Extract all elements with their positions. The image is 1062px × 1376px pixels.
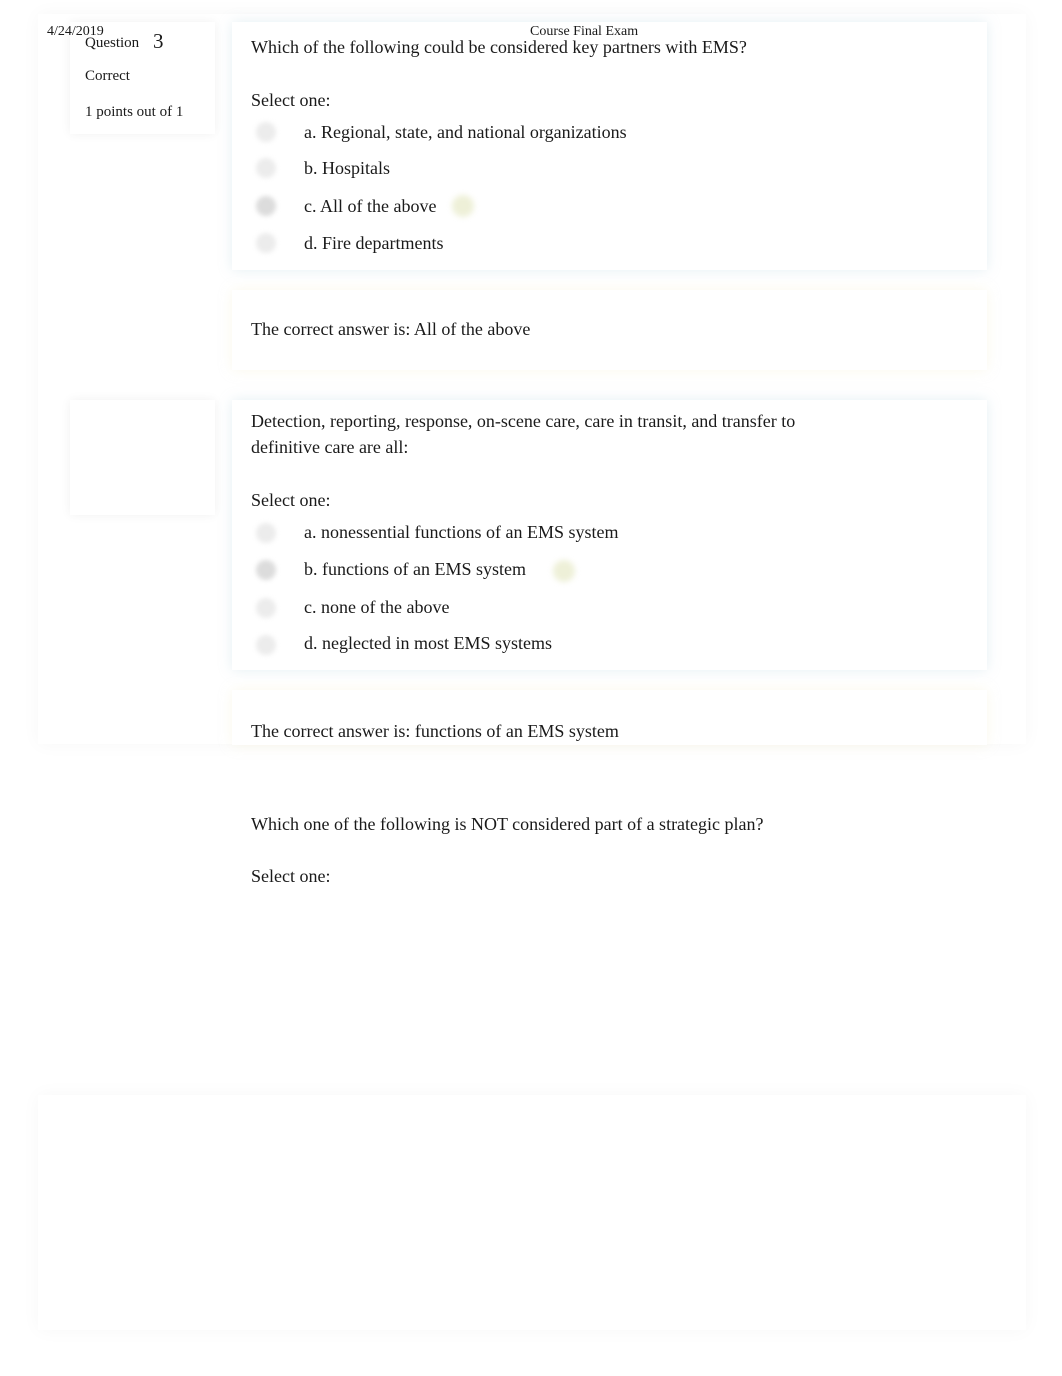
- question-block: [38, 1095, 1026, 1330]
- question-text: Detection, reporting, response, on-scene…: [251, 411, 796, 431]
- option-label[interactable]: c. none of the above: [304, 594, 449, 620]
- question-text: Which of the following could be consider…: [251, 37, 747, 57]
- option-label[interactable]: b. Hospitals: [304, 155, 390, 181]
- radio-option-c[interactable]: [256, 196, 276, 216]
- option-label[interactable]: c. All of the above: [304, 193, 436, 219]
- radio-option-d[interactable]: [256, 635, 276, 655]
- question-number: 3: [153, 29, 164, 53]
- correct-answer: The correct answer is: All of the above: [251, 319, 531, 339]
- radio-option-c[interactable]: [256, 598, 276, 618]
- select-prompt: Select one:: [251, 490, 331, 510]
- option-label[interactable]: d. Fire departments: [304, 230, 443, 256]
- option-label[interactable]: d. neglected in most EMS systems: [304, 630, 552, 656]
- radio-option-a[interactable]: [256, 523, 276, 543]
- correct-answer: The correct answer is: functions of an E…: [251, 721, 619, 741]
- check-icon: [452, 195, 474, 217]
- option-label[interactable]: b. functions of an EMS system: [304, 556, 526, 582]
- radio-option-d[interactable]: [256, 233, 276, 253]
- select-prompt: Select one:: [251, 866, 331, 886]
- question-grade: 1 points out of 1: [85, 104, 184, 120]
- option-label[interactable]: a. Regional, state, and national organiz…: [304, 119, 627, 145]
- radio-option-b[interactable]: [256, 158, 276, 178]
- check-icon: [553, 560, 575, 582]
- radio-option-b[interactable]: [256, 560, 276, 580]
- question-state: Correct: [85, 68, 130, 84]
- radio-option-a[interactable]: [256, 122, 276, 142]
- print-date: 4/24/2019: [47, 24, 104, 39]
- question-info: [70, 400, 215, 515]
- question-text: Which one of the following is NOT consid…: [251, 814, 764, 834]
- page-title: Course Final Exam: [530, 24, 639, 39]
- select-prompt: Select one:: [251, 90, 331, 110]
- option-label[interactable]: a. nonessential functions of an EMS syst…: [304, 519, 618, 545]
- question-text: definitive care are all:: [251, 437, 409, 457]
